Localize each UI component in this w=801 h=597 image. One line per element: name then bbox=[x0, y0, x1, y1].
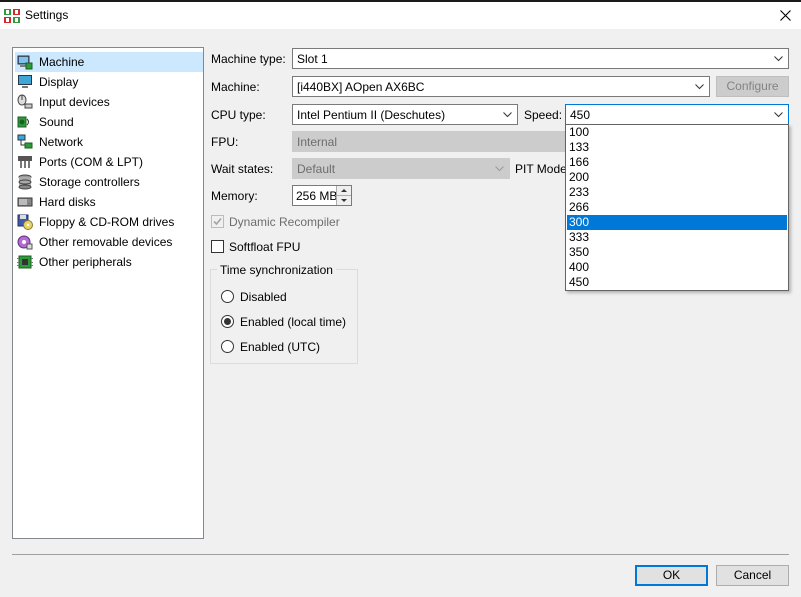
chevron-down-icon bbox=[503, 112, 512, 118]
time-sync-group-title: Time synchronization bbox=[217, 263, 336, 277]
softfloat-fpu-checkbox[interactable] bbox=[211, 240, 224, 253]
chevron-down-icon bbox=[695, 84, 704, 90]
memory-increase-button[interactable] bbox=[336, 186, 351, 196]
peripherals-icon bbox=[17, 255, 33, 269]
sidebar-item-storage-controllers[interactable]: Storage controllers bbox=[15, 172, 203, 192]
fpu-label: FPU: bbox=[211, 135, 239, 149]
ports-icon bbox=[18, 156, 32, 168]
speed-option[interactable]: 333 bbox=[567, 230, 787, 245]
pit-mode-label: PIT Mode bbox=[515, 162, 567, 176]
time-sync-disabled-radio[interactable] bbox=[221, 290, 234, 303]
close-button[interactable] bbox=[771, 2, 801, 29]
chevron-down-icon bbox=[495, 166, 504, 172]
close-icon bbox=[780, 10, 791, 21]
sidebar-item-network[interactable]: Network bbox=[15, 132, 203, 152]
cpu-type-label: CPU type: bbox=[211, 108, 266, 122]
checkmark-icon bbox=[213, 217, 222, 226]
removable-devices-icon bbox=[17, 235, 33, 250]
machine-label: Machine: bbox=[211, 80, 260, 94]
time-sync-utc-label: Enabled (UTC) bbox=[240, 340, 321, 354]
memory-decrease-button[interactable] bbox=[336, 196, 351, 205]
sidebar-item-sound[interactable]: Sound bbox=[15, 112, 203, 132]
speed-combo[interactable]: 450 bbox=[565, 104, 789, 125]
configure-button[interactable]: Configure bbox=[716, 76, 789, 97]
fpu-combo[interactable]: Internal bbox=[292, 131, 572, 152]
settings-category-list[interactable]: Machine Display Input devices Sound Netw… bbox=[12, 47, 204, 539]
cancel-button[interactable]: Cancel bbox=[716, 565, 789, 586]
speed-option[interactable]: 166 bbox=[567, 155, 787, 170]
display-icon bbox=[18, 75, 32, 88]
time-sync-utc-radio[interactable] bbox=[221, 340, 234, 353]
chevron-down-icon bbox=[774, 56, 783, 62]
title-bar: Settings bbox=[0, 2, 801, 29]
machine-icon bbox=[17, 55, 33, 70]
ok-button[interactable]: OK bbox=[635, 565, 708, 586]
machine-type-combo[interactable]: Slot 1 bbox=[292, 48, 789, 69]
app-icon bbox=[4, 9, 20, 23]
sound-icon bbox=[17, 116, 29, 128]
speed-option[interactable]: 350 bbox=[567, 245, 787, 260]
storage-controllers-icon bbox=[18, 174, 32, 190]
wait-states-label: Wait states: bbox=[211, 162, 274, 176]
sidebar-item-other-removable-devices[interactable]: Other removable devices bbox=[15, 232, 203, 252]
speed-option[interactable]: 133 bbox=[567, 140, 787, 155]
radio-selected-dot bbox=[224, 318, 231, 325]
machine-type-label: Machine type: bbox=[211, 52, 286, 66]
chevron-up-icon bbox=[341, 189, 347, 192]
sidebar-item-ports[interactable]: Ports (COM & LPT) bbox=[15, 152, 203, 172]
memory-spinbox[interactable]: 256 MB bbox=[292, 185, 352, 206]
sidebar-item-input-devices[interactable]: Input devices bbox=[15, 92, 203, 112]
speed-dropdown-list[interactable]: 100 133 166 200 233 266 300 333 350 400 … bbox=[565, 124, 789, 291]
machine-combo[interactable]: [i440BX] AOpen AX6BC bbox=[292, 76, 710, 97]
chevron-down-icon bbox=[774, 112, 783, 118]
cpu-type-combo[interactable]: Intel Pentium II (Deschutes) bbox=[292, 104, 518, 125]
speed-option[interactable]: 200 bbox=[567, 170, 787, 185]
dialog-separator bbox=[12, 554, 789, 555]
speed-option[interactable]: 450 bbox=[567, 275, 787, 290]
speed-label: Speed: bbox=[524, 108, 563, 122]
dynamic-recompiler-label: Dynamic Recompiler bbox=[229, 215, 340, 229]
floppy-cdrom-icon bbox=[17, 214, 33, 230]
softfloat-fpu-label: Softfloat FPU bbox=[229, 240, 301, 254]
time-sync-local-label: Enabled (local time) bbox=[240, 315, 347, 329]
time-sync-local-radio[interactable] bbox=[221, 315, 234, 328]
wait-states-combo[interactable]: Default bbox=[292, 158, 510, 179]
window-title: Settings bbox=[25, 8, 69, 22]
time-sync-disabled-label: Disabled bbox=[240, 290, 287, 304]
network-icon bbox=[17, 134, 33, 149]
sidebar-item-hard-disks[interactable]: Hard disks bbox=[15, 192, 203, 212]
sidebar-item-display[interactable]: Display bbox=[15, 72, 203, 92]
sidebar-item-floppy-cdrom[interactable]: Floppy & CD-ROM drives bbox=[15, 212, 203, 232]
speed-option[interactable]: 100 bbox=[567, 125, 787, 140]
speed-option-highlighted[interactable]: 300 bbox=[567, 215, 787, 230]
speed-option[interactable]: 266 bbox=[567, 200, 787, 215]
dynamic-recompiler-checkbox[interactable] bbox=[211, 215, 224, 228]
sidebar-item-other-peripherals[interactable]: Other peripherals bbox=[15, 252, 203, 272]
memory-label: Memory: bbox=[211, 189, 258, 203]
input-devices-icon bbox=[17, 94, 33, 109]
sidebar-item-machine[interactable]: Machine bbox=[15, 52, 203, 72]
chevron-down-icon bbox=[341, 199, 347, 202]
speed-option[interactable]: 233 bbox=[567, 185, 787, 200]
speed-option[interactable]: 400 bbox=[567, 260, 787, 275]
hard-disk-icon bbox=[17, 197, 33, 207]
